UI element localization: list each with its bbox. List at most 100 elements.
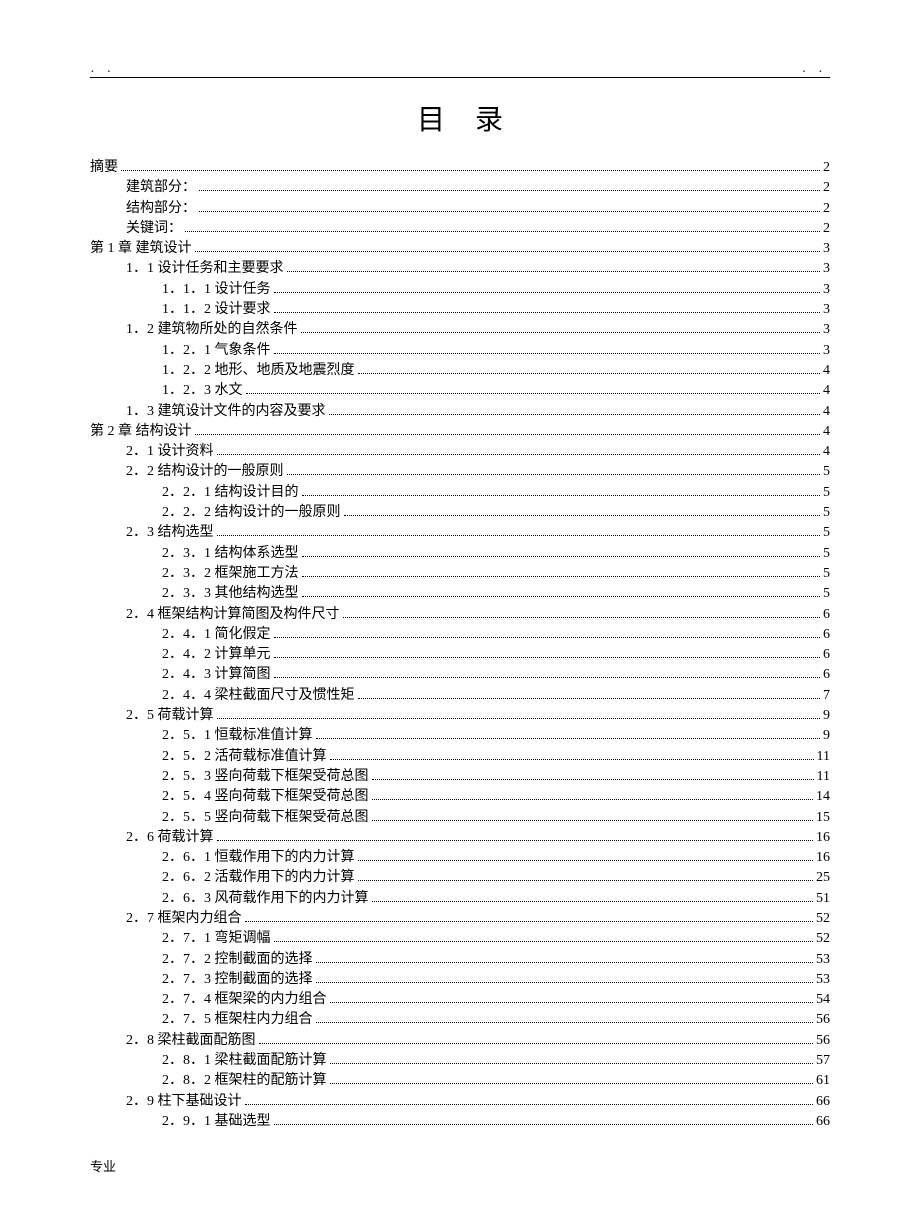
toc-leader-dots	[274, 353, 821, 354]
toc-label: 建筑部分：	[126, 178, 196, 198]
toc-leader-dots	[358, 373, 821, 374]
toc-label: 摘要	[90, 158, 118, 178]
toc-page-number: 61	[816, 1071, 830, 1091]
toc-entry: 1．1 设计任务和主要要求3	[90, 259, 830, 279]
toc-label: 结构部分：	[126, 199, 196, 219]
toc-label: 关键词：	[126, 219, 182, 239]
toc-leader-dots	[329, 414, 821, 415]
toc-entry: 2．5．3 竖向荷载下框架受荷总图11	[90, 767, 830, 787]
toc-leader-dots	[274, 292, 821, 293]
toc-leader-dots	[217, 454, 821, 455]
page-title: 目录	[90, 98, 830, 138]
header-rule: ． ． ． ．	[90, 60, 830, 78]
toc-page-number: 16	[816, 848, 830, 868]
toc-entry: 2．3 结构选型5	[90, 523, 830, 543]
toc-entry: 2．6 荷载计算16	[90, 828, 830, 848]
toc-entry: 2．2 结构设计的一般原则5	[90, 462, 830, 482]
toc-label: 2．5．1 恒载标准值计算	[162, 726, 313, 746]
toc-leader-dots	[185, 231, 820, 232]
toc-label: 2．4．3 计算简图	[162, 665, 271, 685]
toc-entry: 2．5 荷载计算9	[90, 706, 830, 726]
toc-entry: 第 2 章 结构设计4	[90, 422, 830, 442]
toc-label: 1．3 建筑设计文件的内容及要求	[126, 402, 326, 422]
toc-page-number: 15	[816, 808, 830, 828]
toc-entry: 1．2．1 气象条件3	[90, 341, 830, 361]
toc-page-number: 53	[816, 970, 830, 990]
toc-page-number: 4	[823, 361, 830, 381]
toc-page-number: 25	[816, 868, 830, 888]
toc-entry: 2．9．1 基础选型66	[90, 1112, 830, 1132]
toc-entry: 2．7．1 弯矩调幅52	[90, 929, 830, 949]
toc-page-number: 5	[823, 483, 830, 503]
toc-leader-dots	[199, 190, 820, 191]
toc-leader-dots	[302, 596, 821, 597]
toc-label: 2．3．1 结构体系选型	[162, 544, 299, 564]
toc-page-number: 14	[816, 787, 830, 807]
toc-entry: 2．9 柱下基础设计66	[90, 1092, 830, 1112]
toc-label: 2．1 设计资料	[126, 442, 214, 462]
header-mark-right: ． ．	[802, 60, 831, 75]
toc-leader-dots	[302, 576, 821, 577]
toc-label: 2．7．4 框架梁的内力组合	[162, 990, 327, 1010]
toc-page-number: 3	[823, 300, 830, 320]
toc-label: 2．5 荷载计算	[126, 706, 214, 726]
toc-label: 第 1 章 建筑设计	[90, 239, 192, 259]
toc-entry: 结构部分：2	[90, 199, 830, 219]
toc-entry: 2．3．3 其他结构选型5	[90, 584, 830, 604]
toc-entry: 2．7．4 框架梁的内力组合 54	[90, 990, 830, 1010]
toc-leader-dots	[274, 677, 821, 678]
toc-entry: 2．4．3 计算简图6	[90, 665, 830, 685]
toc-entry: 2．8．1 梁柱截面配筋计算57	[90, 1051, 830, 1071]
toc-label: 2．4．1 简化假定	[162, 625, 271, 645]
toc-page-number: 16	[816, 828, 830, 848]
toc-leader-dots	[245, 1104, 814, 1105]
toc-leader-dots	[217, 535, 821, 536]
toc-label: 2．8．2 框架柱的配筋计算	[162, 1071, 327, 1091]
toc-page-number: 5	[823, 462, 830, 482]
toc-leader-dots	[372, 799, 814, 800]
toc-page-number: 4	[823, 442, 830, 462]
toc-leader-dots	[199, 211, 820, 212]
toc-entry: 建筑部分：2	[90, 178, 830, 198]
toc-leader-dots	[302, 495, 821, 496]
toc-label: 2．7．2 控制截面的选择	[162, 950, 313, 970]
toc-page-number: 5	[823, 523, 830, 543]
toc-entry: 1．1．2 设计要求3	[90, 300, 830, 320]
toc-entry: 1．1．1 设计任务 3	[90, 280, 830, 300]
toc-leader-dots	[344, 515, 821, 516]
toc-label: 1．2．1 气象条件	[162, 341, 271, 361]
toc-leader-dots	[330, 759, 814, 760]
toc-page-number: 66	[816, 1092, 830, 1112]
toc-page-number: 4	[823, 422, 830, 442]
toc-leader-dots	[330, 1002, 814, 1003]
toc-entry: 2．2．1 结构设计目的5	[90, 483, 830, 503]
toc-leader-dots	[358, 880, 814, 881]
toc-leader-dots	[274, 657, 821, 658]
toc-entry: 2．5．5 竖向荷载下框架受荷总图15	[90, 808, 830, 828]
toc-leader-dots	[246, 393, 821, 394]
toc-leader-dots	[259, 1043, 814, 1044]
toc-leader-dots	[302, 556, 821, 557]
toc-label: 2．9．1 基础选型	[162, 1112, 271, 1132]
toc-label: 2．5．2 活荷载标准值计算	[162, 747, 327, 767]
toc-page-number: 3	[823, 320, 830, 340]
toc-label: 2．3．3 其他结构选型	[162, 584, 299, 604]
toc-label: 2．4．2 计算单元	[162, 645, 271, 665]
toc-leader-dots	[358, 698, 821, 699]
toc-leader-dots	[217, 718, 821, 719]
toc-entry: 1．2．3 水文4	[90, 381, 830, 401]
toc-entry: 2．6．2 活载作用下的内力计算25	[90, 868, 830, 888]
toc-page-number: 52	[816, 929, 830, 949]
toc-entry: 2．8．2 框架柱的配筋计算 61	[90, 1071, 830, 1091]
toc-entry: 2．5．2 活荷载标准值计算11	[90, 747, 830, 767]
toc-page-number: 3	[823, 280, 830, 300]
toc-page-number: 54	[816, 990, 830, 1010]
toc-page-number: 53	[816, 950, 830, 970]
toc-page-number: 5	[823, 544, 830, 564]
toc-page-number: 56	[816, 1031, 830, 1051]
toc-label: 2．4．4 梁柱截面尺寸及惯性矩	[162, 686, 355, 706]
toc-label: 1．1．1 设计任务	[162, 280, 271, 300]
toc-page-number: 57	[816, 1051, 830, 1071]
toc-label: 2．5．3 竖向荷载下框架受荷总图	[162, 767, 369, 787]
toc-page-number: 4	[823, 381, 830, 401]
